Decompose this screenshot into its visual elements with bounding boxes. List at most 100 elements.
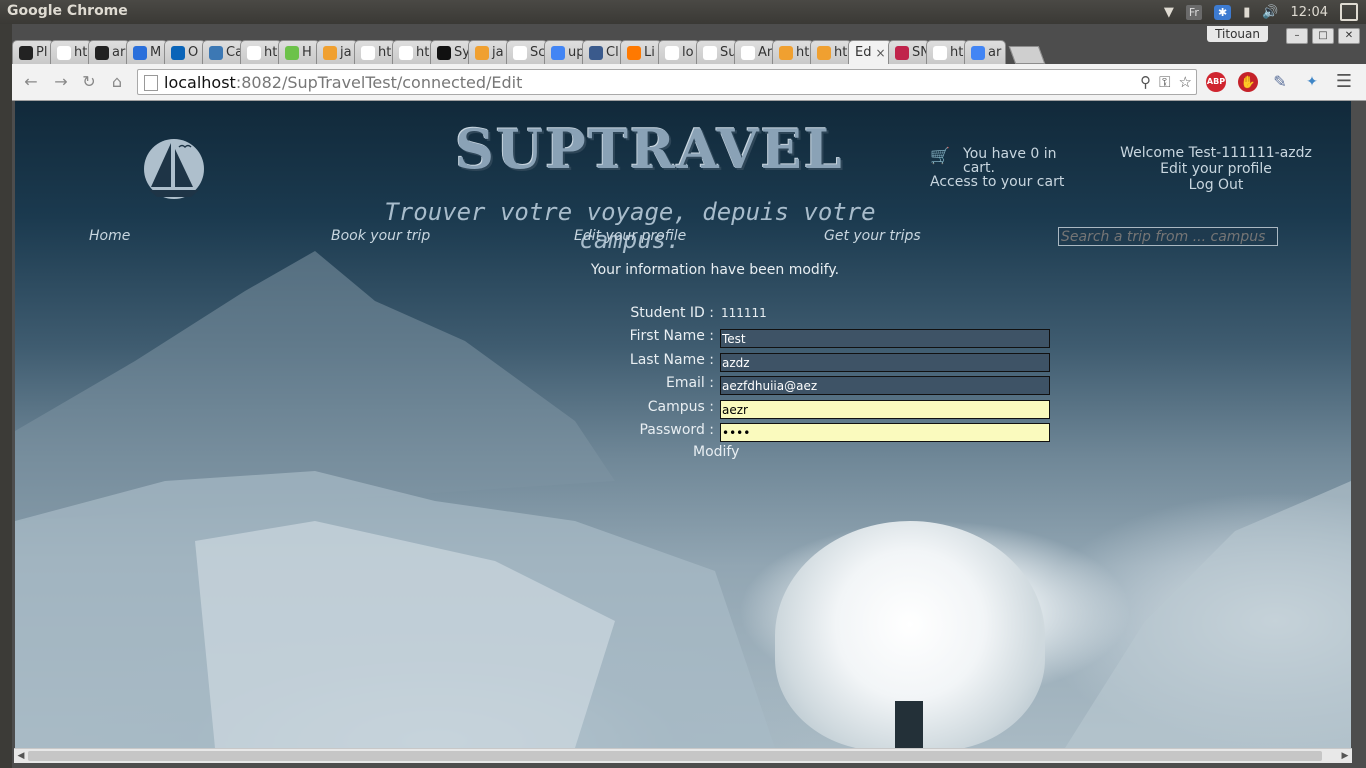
reload-button[interactable]: ↻	[80, 73, 98, 91]
browser-tab[interactable]: ar	[88, 40, 130, 64]
first-name-field[interactable]	[720, 329, 1050, 348]
wifi-icon[interactable]: ▼	[1164, 5, 1174, 20]
browser-tab[interactable]: SN	[888, 40, 930, 64]
browser-tab[interactable]: ht	[50, 40, 92, 64]
power-menu-icon[interactable]	[1340, 3, 1358, 21]
tab-label: ht	[74, 45, 88, 60]
search-icon[interactable]: ⚲	[1140, 73, 1151, 91]
bluetooth-icon[interactable]: ✱	[1213, 4, 1232, 20]
tab-favicon-icon	[57, 45, 71, 60]
cart-icon[interactable]: 🛒	[930, 148, 950, 164]
volume-icon[interactable]: 🔊	[1262, 5, 1278, 20]
edit-profile-link[interactable]: Edit your profile	[1113, 161, 1319, 177]
browser-tab[interactable]: Su	[696, 40, 738, 64]
eyedropper-extension-icon[interactable]: ✎	[1270, 72, 1290, 92]
tab-favicon-icon	[95, 45, 109, 60]
browser-tab[interactable]: O	[164, 40, 206, 64]
back-button[interactable]: ←	[22, 73, 40, 91]
browser-toolbar: ← → ↻ ⌂ localhost:8082/SupTravelTest/con…	[12, 64, 1366, 101]
browser-tab[interactable]: Li	[620, 40, 662, 64]
browser-tab[interactable]: ht	[392, 40, 434, 64]
tab-favicon-icon	[741, 45, 755, 60]
browser-tab[interactable]: M	[126, 40, 168, 64]
url-path: :8082/SupTravelTest/connected/Edit	[235, 73, 523, 92]
browser-tab[interactable]: Sc	[506, 40, 548, 64]
browser-tab[interactable]: ht	[354, 40, 396, 64]
chrome-menu-icon[interactable]: ☰	[1334, 72, 1354, 92]
horizontal-scrollbar[interactable]: ◀ ▶	[14, 748, 1352, 763]
browser-tab[interactable]: H	[278, 40, 320, 64]
maximize-button[interactable]: □	[1312, 28, 1334, 44]
sailboat-logo-icon[interactable]	[143, 137, 205, 201]
tab-label: Ed	[855, 45, 872, 60]
keyboard-layout-indicator[interactable]: Fr	[1185, 4, 1202, 20]
address-bar[interactable]: localhost:8082/SupTravelTest/connected/E…	[137, 69, 1197, 95]
last-name-field[interactable]	[720, 353, 1050, 372]
minimize-button[interactable]: –	[1286, 28, 1308, 44]
url-text[interactable]: localhost:8082/SupTravelTest/connected/E…	[164, 73, 522, 92]
password-field[interactable]	[720, 423, 1050, 442]
scroll-left-arrow[interactable]: ◀	[14, 749, 28, 763]
tree-trunk	[895, 701, 923, 748]
site-title: SUPTRAVEL	[455, 117, 844, 181]
browser-tab[interactable]: Pl	[12, 40, 54, 64]
last-name-label: Last Name :	[629, 352, 714, 368]
battery-icon[interactable]: ▮	[1243, 5, 1250, 20]
email-row: Email :	[605, 374, 1105, 396]
tab-label: ja	[340, 45, 352, 60]
tab-label: ar	[112, 45, 126, 60]
last-name-row: Last Name :	[605, 351, 1105, 373]
browser-tab[interactable]: ht	[926, 40, 968, 64]
browser-tab[interactable]: Ar	[734, 40, 776, 64]
tab-favicon-icon	[19, 45, 33, 60]
tab-favicon-icon	[171, 45, 185, 60]
cart-link[interactable]: Access to your cart	[930, 175, 1070, 189]
tab-favicon-icon	[703, 45, 717, 60]
tab-favicon-icon	[665, 45, 679, 60]
scroll-right-arrow[interactable]: ▶	[1338, 749, 1352, 763]
tab-favicon-icon	[779, 45, 793, 60]
new-tab-button[interactable]	[1008, 46, 1046, 64]
tab-close-icon[interactable]: ×	[875, 46, 885, 60]
tab-favicon-icon	[475, 45, 489, 60]
adblock-plus-icon[interactable]: ABP	[1206, 72, 1226, 92]
browser-tab[interactable]: ht	[772, 40, 814, 64]
nav-edit-profile[interactable]: Edit your profile	[574, 228, 686, 244]
browser-tab[interactable]: ja	[468, 40, 510, 64]
email-field[interactable]	[720, 376, 1050, 395]
browser-tab[interactable]: Ca	[202, 40, 244, 64]
cart-count-text: You have 0 in cart.	[963, 146, 1057, 176]
tab-active[interactable]: Ed ×	[848, 40, 892, 64]
browser-tab[interactable]: Sy	[430, 40, 472, 64]
home-button[interactable]: ⌂	[108, 73, 126, 91]
browser-tab[interactable]: ja	[316, 40, 358, 64]
bookmark-star-icon[interactable]: ☆	[1179, 73, 1192, 91]
search-input[interactable]	[1058, 227, 1278, 246]
tab-favicon-icon	[513, 45, 527, 60]
campus-field[interactable]	[720, 400, 1050, 419]
tab-favicon-icon	[323, 45, 337, 60]
clock[interactable]: 12:04	[1291, 5, 1328, 20]
browser-tab[interactable]: ar	[964, 40, 1006, 64]
nav-get-trips[interactable]: Get your trips	[824, 228, 921, 244]
page-icon	[144, 75, 158, 91]
extension-icon[interactable]: ✦	[1302, 72, 1322, 92]
scrollbar-thumb[interactable]	[28, 751, 1322, 761]
modify-button[interactable]: Modify	[693, 444, 739, 460]
stop-hand-extension-icon[interactable]: ✋	[1238, 72, 1258, 92]
browser-tab[interactable]: up	[544, 40, 586, 64]
window-controls: – □ ✕	[1286, 28, 1360, 44]
forward-button[interactable]: →	[52, 73, 70, 91]
os-top-bar: Google Chrome ▼ Fr ✱ ▮ 🔊 12:04	[0, 0, 1366, 24]
browser-tab[interactable]: ht	[240, 40, 282, 64]
browser-tab[interactable]: lo	[658, 40, 700, 64]
close-window-button[interactable]: ✕	[1338, 28, 1360, 44]
browser-tab[interactable]: Cl	[582, 40, 624, 64]
student-id-label: Student ID :	[630, 305, 714, 321]
nav-book-trip[interactable]: Book your trip	[331, 228, 430, 244]
nav-home[interactable]: Home	[89, 228, 130, 244]
browser-tab[interactable]: ht	[810, 40, 852, 64]
logout-link[interactable]: Log Out	[1113, 177, 1319, 193]
key-icon[interactable]: ⚿	[1159, 73, 1170, 91]
tab-strip: Pl ht ar M O Ca ht Hja ht ht Sy ja Sc up Cl Li lo Su Ar ht h…	[12, 40, 1242, 66]
